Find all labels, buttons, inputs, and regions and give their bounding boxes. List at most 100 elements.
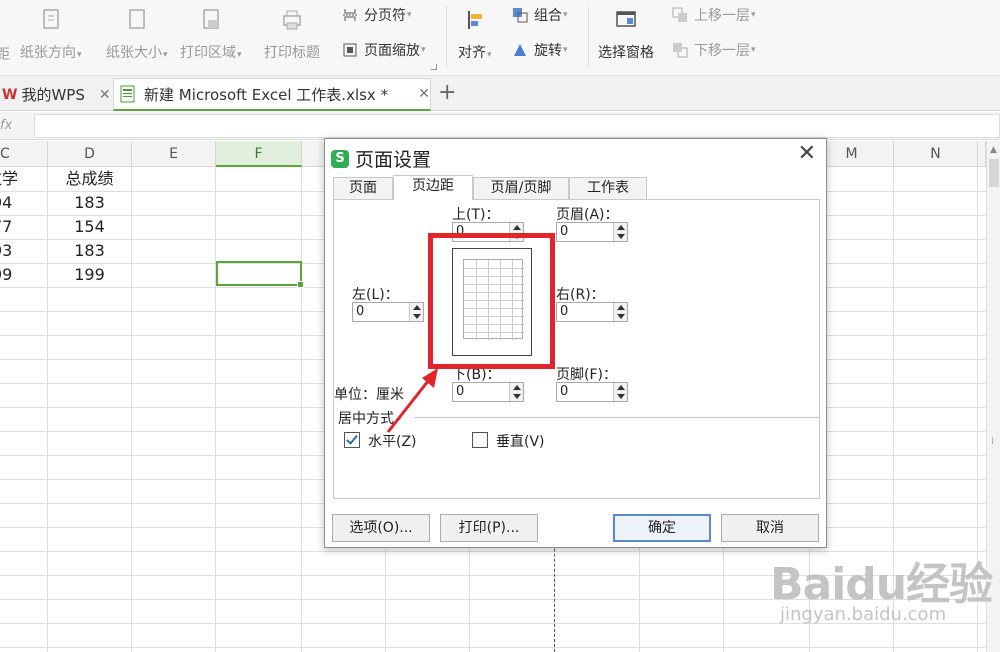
paper-size-button[interactable]: 纸张大小▾: [106, 8, 168, 62]
bring-forward-icon: [672, 7, 687, 22]
close-icon[interactable]: ✕: [798, 141, 816, 166]
page-orientation-icon: [43, 9, 59, 29]
cancel-button[interactable]: 取消: [721, 514, 819, 542]
annotation-arrow-icon: [386, 368, 438, 433]
left-margin-value: 0: [356, 304, 365, 319]
cell-d1[interactable]: 总成绩: [48, 167, 131, 191]
chevron-down-icon: ▾: [77, 50, 82, 60]
increment-icon[interactable]: [617, 225, 625, 230]
selection-pane-button[interactable]: 选择窗格: [598, 8, 654, 62]
tab-margins[interactable]: 页边距: [393, 175, 473, 200]
check-icon: [346, 432, 358, 445]
ok-button[interactable]: 确定: [613, 514, 711, 542]
print-titles-button[interactable]: 打印标题: [264, 8, 320, 62]
page-break-label: 分页符: [364, 8, 406, 24]
paper-direction-button[interactable]: 纸张方向▾: [20, 8, 82, 62]
header-margin-stepper[interactable]: 0: [556, 222, 628, 242]
selected-cell-f5[interactable]: [216, 261, 304, 288]
column-header-f[interactable]: F: [216, 141, 302, 167]
options-button[interactable]: 选项(O)...: [332, 514, 430, 542]
dialog-launcher-icon[interactable]: [431, 64, 437, 70]
chevron-down-icon: ▾: [563, 45, 568, 55]
bring-forward-button[interactable]: 上移一层 ▾: [672, 5, 756, 25]
close-icon[interactable]: ✕: [418, 86, 430, 102]
print-titles-label: 打印标题: [264, 45, 320, 61]
increment-icon[interactable]: [413, 305, 421, 310]
decrement-icon[interactable]: [413, 314, 421, 319]
tab-my-wps[interactable]: W 我的WPS ✕: [0, 78, 112, 111]
rotate-button[interactable]: 旋转 ▾: [512, 40, 568, 60]
page-break-button[interactable]: 分页符 ▾: [342, 5, 412, 25]
cell-d2[interactable]: 183: [48, 191, 131, 215]
decrement-icon[interactable]: [513, 394, 521, 399]
tab-header-footer[interactable]: 页眉/页脚: [473, 177, 569, 199]
increment-icon[interactable]: [617, 305, 625, 310]
print-button[interactable]: 打印(P)...: [440, 514, 538, 542]
close-icon[interactable]: ✕: [99, 87, 111, 103]
formula-bar: fx: [0, 112, 1000, 140]
column-header-e[interactable]: E: [132, 141, 216, 167]
tab-my-wps-label: 我的WPS: [21, 86, 85, 104]
bottom-margin-stepper[interactable]: 0: [452, 382, 524, 402]
tab-page[interactable]: 页面: [333, 177, 393, 199]
tab-excel-document[interactable]: 新建 Microsoft Excel 工作表.xlsx * ✕: [113, 78, 431, 111]
cell-c1[interactable]: 数学: [0, 167, 47, 191]
footer-margin-stepper[interactable]: 0: [556, 382, 628, 402]
cell-d3[interactable]: 154: [48, 215, 131, 239]
group-icon: [513, 8, 528, 23]
print-area-icon: [203, 9, 219, 29]
formula-input[interactable]: [34, 114, 1000, 138]
vertical-center-checkbox[interactable]: [472, 432, 488, 448]
page-setup-dialog: S 页面设置 ✕ 页面 页边距 页眉/页脚 工作表 上(T)： 0 页眉(A)：…: [324, 138, 827, 548]
align-button[interactable]: 对齐▾: [458, 8, 492, 62]
align-icon: [467, 11, 482, 29]
chevron-down-icon: ▾: [237, 50, 242, 60]
chevron-down-icon: ▾: [487, 50, 492, 60]
paper-size-label: 纸张大小: [106, 45, 162, 61]
chevron-down-icon: ▾: [407, 10, 412, 20]
page-zoom-button[interactable]: 页面缩放 ▾: [342, 40, 426, 60]
right-margin-value: 0: [560, 304, 569, 319]
footer-margin-value: 0: [560, 384, 569, 399]
margins-panel: 上(T)： 0 页眉(A)： 0 左(L)： 0 右(R)： 0 单位：厘米 下…: [333, 199, 820, 499]
header-margin-value: 0: [560, 224, 569, 239]
left-margin-stepper[interactable]: 0: [352, 302, 424, 322]
cell-c4[interactable]: 93: [0, 239, 47, 263]
spreadsheet-file-icon: [120, 85, 135, 103]
scroll-up-icon[interactable]: ▲: [990, 145, 997, 155]
decrement-icon[interactable]: [617, 314, 625, 319]
print-area-button[interactable]: 打印区域▾: [180, 8, 242, 62]
right-margin-stepper[interactable]: 0: [556, 302, 628, 322]
cell-c2[interactable]: 94: [0, 191, 47, 215]
column-header-edge: [978, 141, 986, 167]
increment-icon[interactable]: [617, 385, 625, 390]
watermark-brand: Baidu经验: [770, 559, 993, 610]
footer-margin-label: 页脚(F)：: [556, 367, 617, 383]
cell-d5[interactable]: 199: [48, 263, 131, 287]
send-backward-button[interactable]: 下移一层 ▾: [672, 40, 756, 60]
margins-label: 距: [0, 47, 10, 63]
increment-icon[interactable]: [513, 385, 521, 390]
top-margin-label: 上(T)：: [452, 207, 500, 223]
cell-c5[interactable]: 99: [0, 263, 47, 287]
tab-worksheet[interactable]: 工作表: [569, 177, 647, 199]
horizontal-center-checkbox[interactable]: [344, 432, 360, 448]
cell-d4[interactable]: 183: [48, 239, 131, 263]
cell-c3[interactable]: 77: [0, 215, 47, 239]
scroll-grip-icon: ⁞: [991, 436, 995, 447]
decrement-icon[interactable]: [617, 394, 625, 399]
column-header-d[interactable]: D: [48, 141, 132, 167]
dialog-title-bar: S 页面设置: [331, 145, 431, 172]
function-icon[interactable]: fx: [0, 118, 12, 133]
bring-forward-label: 上移一层: [694, 8, 750, 24]
increment-icon[interactable]: [513, 225, 521, 230]
wps-spreadsheet-logo-icon: S: [331, 149, 349, 168]
print-area-label: 打印区域: [180, 45, 236, 61]
scrollbar-thumb[interactable]: [989, 159, 999, 187]
column-header-c[interactable]: C: [0, 141, 48, 167]
group-button[interactable]: 组合 ▾: [512, 5, 568, 25]
decrement-icon[interactable]: [617, 234, 625, 239]
add-tab-icon[interactable]: +: [438, 80, 456, 105]
margins-button[interactable]: 距: [0, 44, 10, 64]
column-header-n[interactable]: N: [894, 141, 978, 167]
